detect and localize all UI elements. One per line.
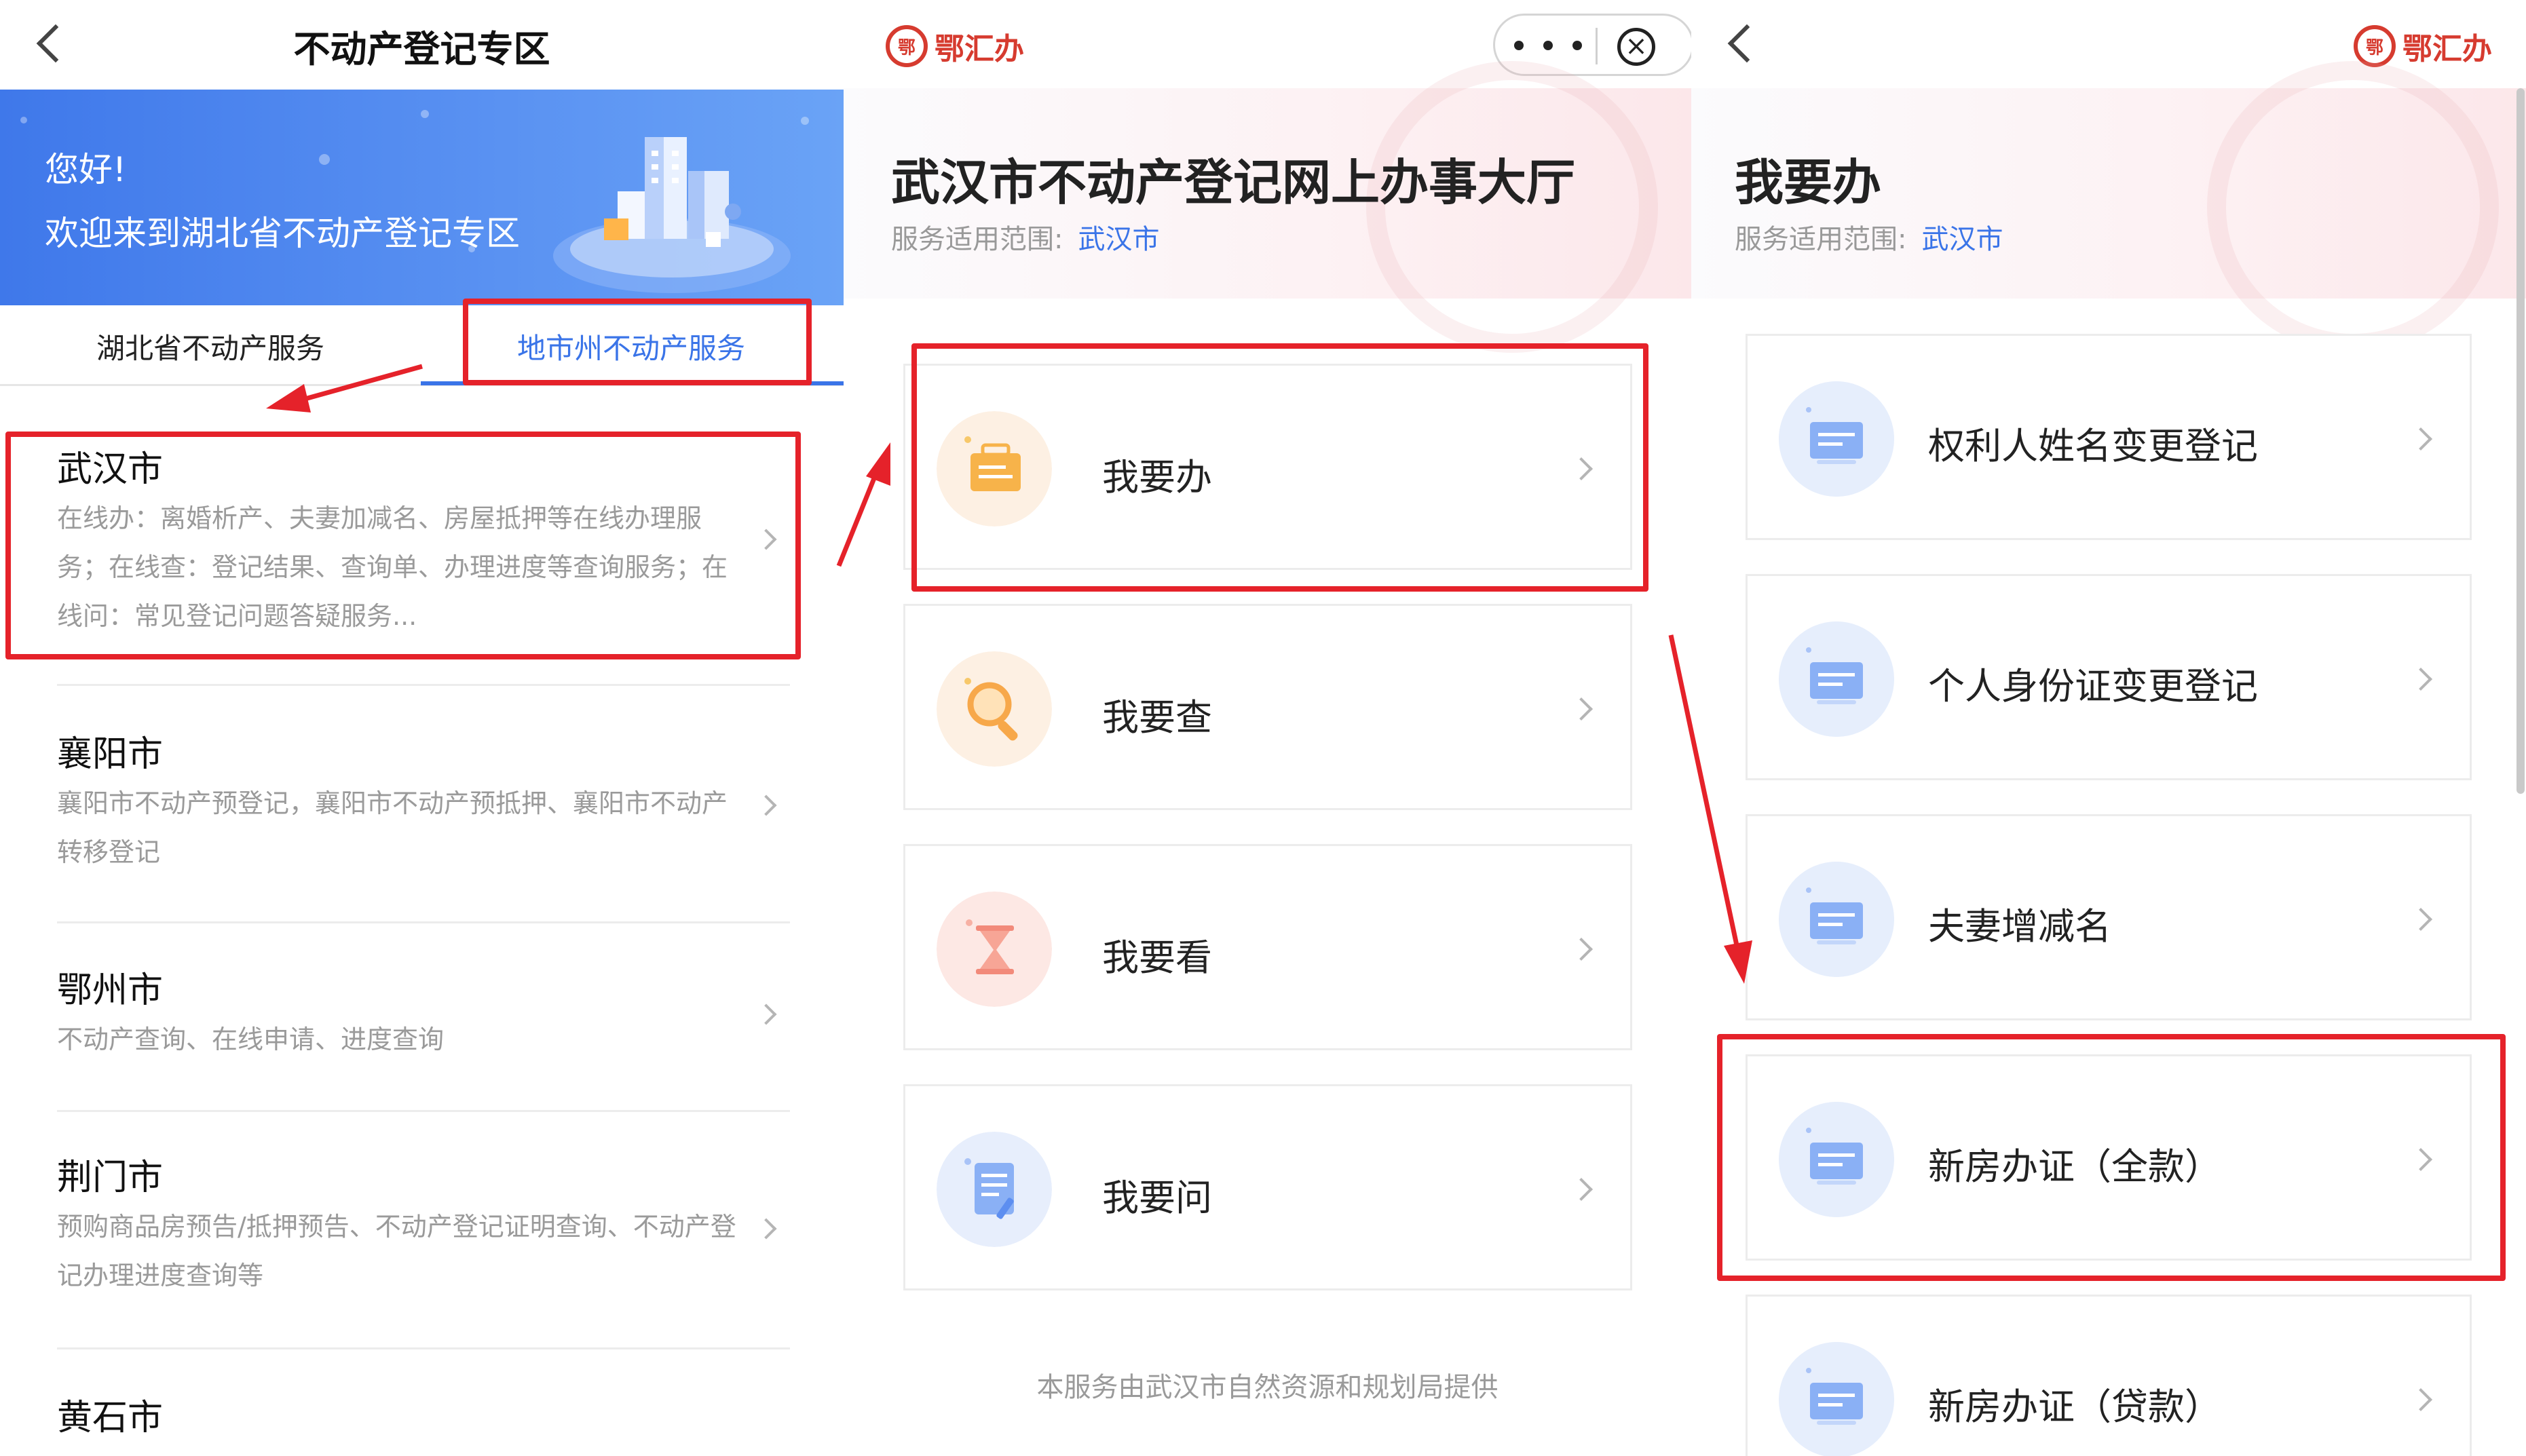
annotation-arrows: [266, 364, 1752, 984]
arrow-line: [299, 364, 423, 403]
arrow-line: [1668, 634, 1740, 949]
arrow-head: [866, 442, 890, 486]
arrow-head: [1724, 940, 1752, 984]
arrow-head: [266, 384, 311, 413]
arrow-line: [836, 474, 878, 567]
